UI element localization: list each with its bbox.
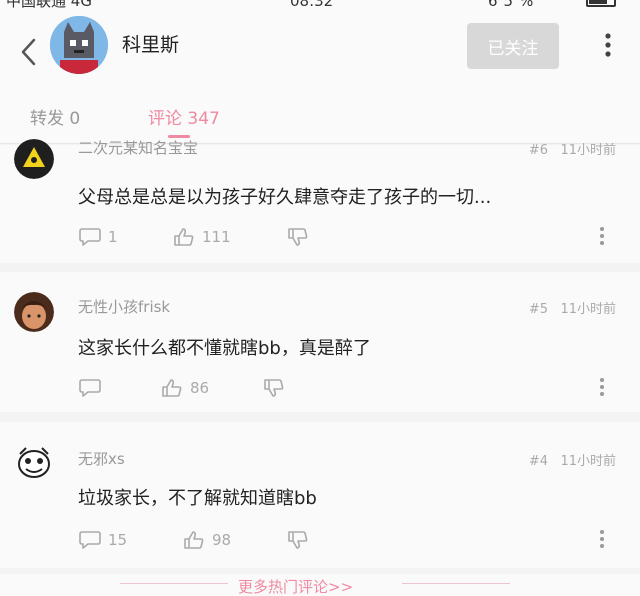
like-count: 98 xyxy=(212,531,232,549)
comment-more-button[interactable] xyxy=(598,225,606,247)
comment-text: 这家长什么都不懂就瞎bb，真是醉了 xyxy=(78,338,371,359)
chevron-left-icon xyxy=(21,38,36,66)
commenter-avatar[interactable] xyxy=(14,292,54,332)
comment-meta: #6 11小时前 xyxy=(529,139,616,158)
profile-name: 科里斯 xyxy=(122,34,180,56)
comment-text: 父母总是总是以为孩子好久肆意夺走了孩子的一切... xyxy=(78,187,492,208)
tab-comments[interactable]: 评论 347 xyxy=(148,104,220,129)
like-button[interactable]: 86 xyxy=(160,378,209,398)
comment-time: 11小时前 xyxy=(560,143,616,158)
like-count: 111 xyxy=(202,228,231,246)
thumbs-down-icon xyxy=(288,228,308,246)
more-options-button[interactable] xyxy=(600,30,616,60)
thumbs-down-icon xyxy=(288,531,308,549)
reply-button[interactable]: 15 xyxy=(78,530,127,550)
speech-bubble-icon xyxy=(79,531,101,549)
more-hot-comments-link[interactable]: 更多热门评论>> xyxy=(238,576,353,596)
floor-number: #6 xyxy=(528,143,549,158)
dislike-button[interactable] xyxy=(286,530,310,550)
profile-header: 科里斯 已关注 xyxy=(0,12,640,82)
floor-number: #5 xyxy=(528,302,549,317)
tab-bar: 转发 0 评论 347 xyxy=(0,82,640,144)
vertical-dots-icon xyxy=(600,227,604,245)
back-button[interactable] xyxy=(14,34,44,70)
thumbs-up-icon xyxy=(162,379,182,397)
speech-bubble-icon xyxy=(79,228,101,246)
vertical-dots-icon xyxy=(600,378,604,396)
avatar[interactable] xyxy=(50,16,108,74)
commenter-name[interactable]: 二次元某知名宝宝 xyxy=(78,137,198,158)
like-button[interactable]: 111 xyxy=(172,227,231,247)
reply-button[interactable] xyxy=(78,378,108,398)
carrier-label: 中国联通 4G xyxy=(6,0,92,10)
reply-count: 15 xyxy=(108,531,128,549)
battery-icon xyxy=(586,0,616,7)
dislike-button[interactable] xyxy=(286,227,310,247)
clock: 08:32 xyxy=(290,0,334,10)
thumbs-up-icon xyxy=(184,531,204,549)
like-count: 86 xyxy=(190,379,210,397)
following-button[interactable]: 已关注 xyxy=(467,23,559,69)
commenter-name[interactable]: 无邪xs xyxy=(78,448,125,469)
comment-time: 11小时前 xyxy=(560,302,616,317)
reply-count: 1 xyxy=(108,228,118,246)
commenter-avatar[interactable] xyxy=(14,139,54,179)
like-button[interactable]: 98 xyxy=(182,530,231,550)
comment-meta: #5 11小时前 xyxy=(529,298,616,317)
thumbs-up-icon xyxy=(174,228,194,246)
comment-text: 垃圾家长，不了解就知道瞎bb xyxy=(78,488,317,509)
more-comments-bar: 更多热门评论>> xyxy=(0,574,640,596)
comment-time: 11小时前 xyxy=(560,454,616,469)
tab-repost[interactable]: 转发 0 xyxy=(30,104,80,129)
comment-item: 二次元某知名宝宝 #6 11小时前 父母总是总是以为孩子好久肆意夺走了孩子的一切… xyxy=(0,139,640,263)
divider xyxy=(120,583,228,584)
divider xyxy=(402,583,510,584)
battery-percent: 65% xyxy=(488,0,540,10)
comment-item: 无邪xs #4 11小时前 垃圾家长，不了解就知道瞎bb 15 98 xyxy=(0,422,640,568)
comment-more-button[interactable] xyxy=(598,528,606,550)
thumbs-down-icon xyxy=(264,379,284,397)
commenter-avatar[interactable] xyxy=(14,442,54,482)
reply-button[interactable]: 1 xyxy=(78,227,118,247)
comment-meta: #4 11小时前 xyxy=(529,450,616,469)
status-bar: 中国联通 4G 08:32 65% xyxy=(0,0,640,12)
comment-more-button[interactable] xyxy=(598,376,606,398)
vertical-dots-icon xyxy=(600,530,604,548)
commenter-name[interactable]: 无性小孩frisk xyxy=(78,296,170,317)
floor-number: #4 xyxy=(528,454,549,469)
speech-bubble-icon xyxy=(79,379,101,397)
comment-item: 无性小孩frisk #5 11小时前 这家长什么都不懂就瞎bb，真是醉了 86 xyxy=(0,272,640,412)
dislike-button[interactable] xyxy=(262,378,286,398)
vertical-dots-icon xyxy=(605,33,611,57)
